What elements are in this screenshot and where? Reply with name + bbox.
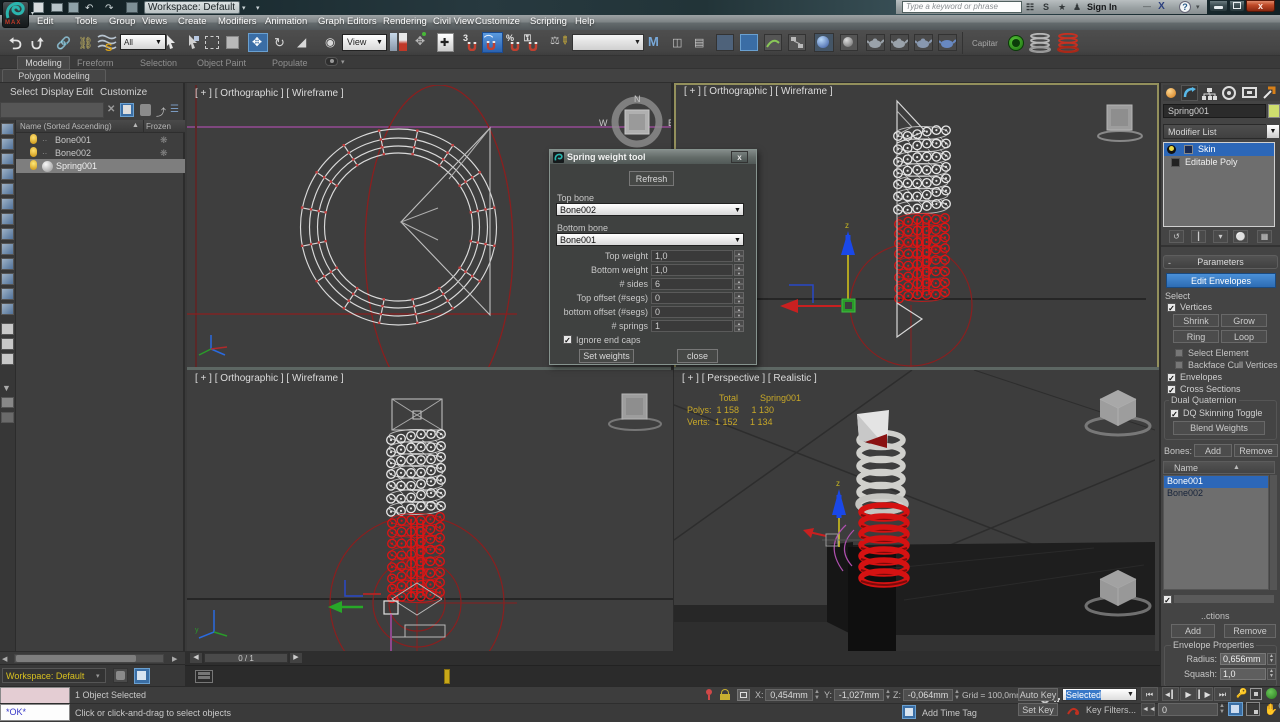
svg-text:y: y [195, 627, 199, 634]
svg-text:z: z [845, 221, 849, 230]
svg-text:z: z [836, 479, 840, 488]
svg-text:W: W [599, 118, 608, 128]
svg-text:S: S [105, 42, 112, 53]
svg-text:N: N [634, 94, 641, 104]
